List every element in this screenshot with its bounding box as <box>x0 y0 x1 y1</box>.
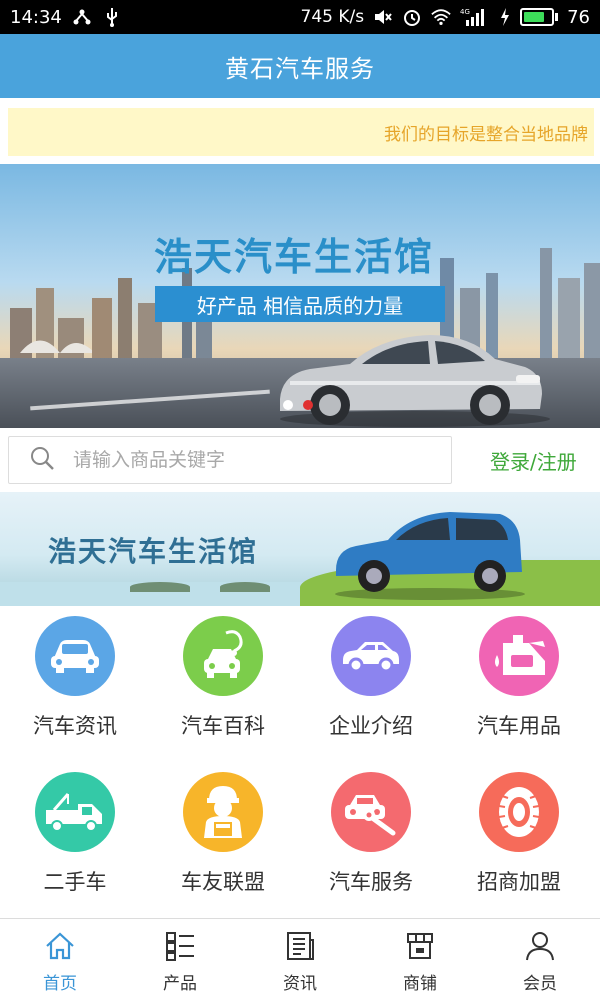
tab-label: 会员 <box>523 974 557 994</box>
category-label: 招商加盟 <box>477 870 561 894</box>
category-label: 汽车服务 <box>329 870 413 894</box>
notice-text: 我们的目标是整合当地品牌 <box>384 124 588 145</box>
car-wrench-icon <box>331 772 411 852</box>
tab-label: 首页 <box>43 974 77 994</box>
secondary-banner[interactable]: 浩天汽车生活馆 <box>0 492 600 606</box>
island-image <box>130 582 190 592</box>
tow-truck-icon <box>35 772 115 852</box>
tab-list[interactable]: 产品 <box>120 919 240 1000</box>
car-stethoscope-icon <box>183 616 263 696</box>
category-label: 汽车资讯 <box>33 714 117 738</box>
banner-title: 浩天汽车生活馆 <box>154 235 435 279</box>
car-front-icon <box>35 616 115 696</box>
category-item[interactable]: 汽车用品 <box>444 606 594 756</box>
category-item[interactable]: 企业介绍 <box>296 606 446 756</box>
mechanic-icon <box>183 772 263 852</box>
status-bar: 14:34 745 K/s 4G 76 <box>0 0 600 34</box>
mute-icon <box>373 7 393 27</box>
category-label: 汽车用品 <box>477 714 561 738</box>
category-item[interactable]: 汽车百科 <box>148 606 298 756</box>
network-type: 4G <box>460 8 470 16</box>
notice-marquee[interactable]: 我们的目标是整合当地品牌 <box>8 108 594 156</box>
carousel-dot[interactable] <box>283 400 293 410</box>
category-label: 二手车 <box>43 870 107 894</box>
carousel-indicator <box>283 400 313 410</box>
category-item[interactable]: 汽车服务 <box>296 762 446 912</box>
category-item[interactable]: 招商加盟 <box>444 762 594 912</box>
tire-icon <box>479 772 559 852</box>
category-item[interactable]: 车友联盟 <box>148 762 298 912</box>
user-icon <box>523 929 557 963</box>
carousel-dot-active[interactable] <box>303 400 313 410</box>
promo-banner[interactable]: 浩天汽车生活馆 好产品 相信品质的力量 <box>0 164 600 428</box>
wifi-icon <box>431 7 451 27</box>
status-time: 14:34 <box>10 6 62 28</box>
battery-level: 76 <box>567 6 590 28</box>
alarm-icon <box>402 7 422 27</box>
tab-label: 商铺 <box>403 974 437 994</box>
charging-icon <box>499 7 511 27</box>
share-icon <box>72 7 92 27</box>
tab-news[interactable]: 资讯 <box>240 919 360 1000</box>
signal-icon: 4G <box>460 7 490 27</box>
list-icon <box>163 929 197 963</box>
banner2-title: 浩天汽车生活馆 <box>48 535 259 568</box>
store-icon <box>403 929 437 963</box>
category-item[interactable]: 二手车 <box>0 762 150 912</box>
login-register-link[interactable]: 登录/注册 <box>490 446 577 475</box>
search-box[interactable] <box>8 436 452 484</box>
tab-label: 资讯 <box>283 974 317 994</box>
tab-store[interactable]: 商铺 <box>360 919 480 1000</box>
home-icon <box>43 929 77 963</box>
category-grid: 汽车资讯 汽车百科 企业介绍 汽车用品二手车 车友联盟 汽车服务 招商加盟 <box>0 606 600 920</box>
bottom-tab-bar: 首页 产品 资讯 商铺 会员 <box>0 918 600 1000</box>
search-input[interactable] <box>73 449 413 471</box>
app-header: 黄石汽车服务 <box>0 34 600 98</box>
banner-slogan: 好产品 相信品质的力量 <box>155 286 445 322</box>
usb-icon <box>102 7 122 27</box>
tab-home[interactable]: 首页 <box>0 919 120 1000</box>
app-screen: 14:34 745 K/s 4G 76 黄石汽车服务 我们的目标是整合当地品牌 … <box>0 0 600 1000</box>
net-speed: 745 K/s <box>300 7 365 27</box>
tab-user[interactable]: 会员 <box>480 919 600 1000</box>
oil-can-icon <box>479 616 559 696</box>
search-icon <box>29 445 55 475</box>
category-label: 汽车百科 <box>181 714 265 738</box>
island-image <box>220 582 270 592</box>
sedan-car-image <box>280 335 550 427</box>
page-title: 黄石汽车服务 <box>225 54 375 83</box>
category-label: 企业介绍 <box>329 714 413 738</box>
category-label: 车友联盟 <box>181 870 265 894</box>
category-item[interactable]: 汽车资讯 <box>0 606 150 756</box>
tab-label: 产品 <box>163 974 197 994</box>
suv-car-image <box>335 512 525 600</box>
car-side-icon <box>331 616 411 696</box>
news-icon <box>283 929 317 963</box>
battery-icon <box>520 8 559 26</box>
